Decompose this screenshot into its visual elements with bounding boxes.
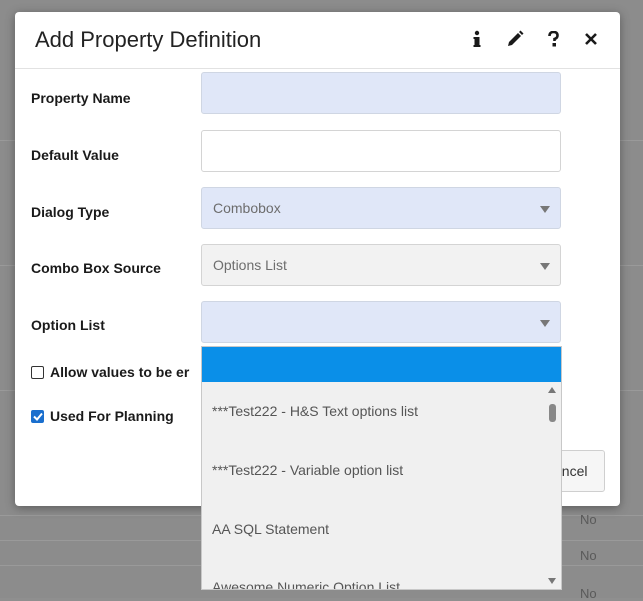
combo-box-source-label: Combo Box Source <box>31 260 161 276</box>
bg-cell: No <box>580 548 597 563</box>
dropdown-option[interactable]: AA SQL Statement <box>212 521 329 537</box>
option-list-dropdown: ***Test222 - H&S Text options list ***Te… <box>201 346 562 590</box>
dialog-title: Add Property Definition <box>35 27 262 52</box>
chevron-down-icon <box>540 263 550 270</box>
checkmark-icon <box>32 412 43 421</box>
combo-box-source-select[interactable]: Options List <box>201 244 561 286</box>
dropdown-scrollbar[interactable] <box>544 382 561 589</box>
combo-box-source-value: Options List <box>213 257 287 273</box>
scroll-down-icon[interactable] <box>548 578 556 584</box>
bg-cell: No <box>580 586 597 601</box>
allow-values-label: Allow values to be er <box>50 364 190 380</box>
used-for-planning-checkbox[interactable] <box>31 409 44 423</box>
dropdown-option[interactable]: ***Test222 - Variable option list <box>212 462 403 478</box>
chevron-down-icon <box>540 320 550 327</box>
dialog-type-value: Combobox <box>213 200 281 216</box>
default-value-input[interactable] <box>201 130 561 172</box>
dialog-type-select[interactable]: Combobox <box>201 187 561 229</box>
property-name-input[interactable] <box>201 72 561 114</box>
used-for-planning-checkbox-row[interactable]: Used For Planning <box>31 408 174 424</box>
default-value-label: Default Value <box>31 147 119 163</box>
dialog-header: Add Property Definition <box>15 12 620 69</box>
option-list-select[interactable] <box>201 301 561 343</box>
property-name-label: Property Name <box>31 90 131 106</box>
dropdown-highlighted-option[interactable] <box>202 347 561 382</box>
pencil-icon[interactable] <box>506 28 524 50</box>
scroll-up-icon[interactable] <box>548 387 556 393</box>
help-icon[interactable] <box>544 28 562 50</box>
scrollbar-thumb[interactable] <box>549 404 556 422</box>
option-list-label: Option List <box>31 317 105 333</box>
header-toolbar <box>468 28 600 50</box>
bg-cell: No <box>580 512 597 527</box>
dialog-type-label: Dialog Type <box>31 204 110 220</box>
allow-values-checkbox-row[interactable]: Allow values to be er <box>31 364 189 380</box>
dropdown-option[interactable]: ***Test222 - H&S Text options list <box>212 403 418 419</box>
chevron-down-icon <box>540 206 550 213</box>
close-icon[interactable] <box>582 28 600 50</box>
allow-values-checkbox[interactable] <box>31 365 44 379</box>
info-icon[interactable] <box>468 28 486 50</box>
dropdown-option[interactable]: Awesome Numeric Option List <box>212 579 400 589</box>
used-for-planning-label: Used For Planning <box>50 408 174 424</box>
